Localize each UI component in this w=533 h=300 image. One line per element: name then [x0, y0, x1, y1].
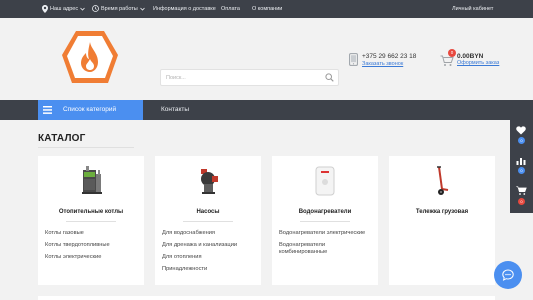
- about-link[interactable]: О компании: [252, 0, 282, 18]
- category-card-boilers[interactable]: Отопительные котлы Котлы газовые Котлы т…: [38, 156, 144, 285]
- nav-bar: Список категорий Контакты: [0, 100, 533, 120]
- chat-button[interactable]: [494, 261, 522, 289]
- chart-icon[interactable]: [516, 156, 526, 165]
- subcategory-link[interactable]: Принадлежности: [162, 266, 256, 273]
- pump-image: [201, 169, 218, 194]
- card-links: Котлы газовые Котлы твердотопливные Котл…: [45, 230, 139, 266]
- address-label: Наш адрес: [50, 6, 79, 12]
- card-links: Для водоснабжения Для дренажа и канализа…: [162, 230, 256, 278]
- account-link[interactable]: Личный кабинет: [452, 0, 493, 18]
- compare-count-badge: 0: [518, 167, 525, 174]
- search-input[interactable]: [161, 70, 321, 85]
- categories-button[interactable]: Список категорий: [38, 100, 143, 120]
- clock-icon: [92, 5, 99, 12]
- payment-link[interactable]: Оплата: [221, 0, 240, 18]
- subcategory-link[interactable]: Водонагреватели электрические: [279, 230, 373, 237]
- favorites-count-badge: 0: [518, 137, 525, 144]
- side-cart-count-badge: 0: [518, 198, 525, 205]
- logo[interactable]: [60, 28, 120, 95]
- card-title: Тележка грузовая: [415, 209, 469, 215]
- search-box: [160, 69, 339, 86]
- cart-icon[interactable]: [516, 186, 527, 195]
- callback-link[interactable]: Заказать звонок: [362, 61, 403, 67]
- card-title: Отопительные котлы: [58, 209, 124, 215]
- side-panel: 0 0 0: [510, 120, 533, 213]
- subcategory-link[interactable]: Водонагреватели комбинированные: [279, 242, 349, 256]
- search-icon[interactable]: [325, 73, 334, 82]
- cart-count-badge: 0: [448, 49, 456, 57]
- chevron-down-icon: [80, 7, 85, 11]
- category-card-trolley[interactable]: Тележка грузовая: [389, 156, 495, 285]
- card-divider: [300, 221, 350, 222]
- phone-icon: [349, 53, 358, 66]
- card-title: Насосы: [196, 209, 220, 215]
- address-dropdown[interactable]: Наш адрес: [42, 0, 85, 18]
- card-links: Водонагреватели электрические Водонагрев…: [279, 230, 373, 261]
- subcategory-link[interactable]: Котлы электрические: [45, 254, 139, 261]
- subcategory-link[interactable]: Для отопления: [162, 254, 256, 261]
- flame-logo-icon: [62, 31, 118, 83]
- card-divider: [66, 221, 116, 222]
- subcategory-link[interactable]: Для водоснабжения: [162, 230, 256, 237]
- nav-contacts-link[interactable]: Контакты: [161, 100, 189, 120]
- subcategory-link[interactable]: Котлы твердотопливные: [45, 242, 139, 249]
- chat-icon: [502, 269, 514, 281]
- delivery-link[interactable]: Информация о доставке: [153, 0, 216, 18]
- burger-icon: [43, 106, 52, 114]
- next-section-edge: [38, 296, 495, 300]
- hand-truck-image: [437, 166, 449, 195]
- chevron-down-icon: [139, 7, 145, 11]
- card-title: Водонагреватели: [298, 209, 352, 215]
- subcategory-link[interactable]: Для дренажа и канализации: [162, 242, 256, 249]
- map-pin-icon: [42, 4, 48, 13]
- title-divider: [38, 147, 134, 148]
- cart-sum: 0.00BYN: [457, 53, 484, 60]
- category-card-water-heaters[interactable]: Водонагреватели Водонагреватели электрич…: [272, 156, 378, 285]
- hours-label: Время работы: [101, 6, 138, 12]
- heart-icon[interactable]: [516, 126, 526, 135]
- top-bar: Наш адрес Время работы Информация о дост…: [0, 0, 533, 18]
- phone-number[interactable]: +375 29 662 23 18: [362, 53, 416, 60]
- page-title: КАТАЛОГ: [38, 133, 86, 144]
- category-card-pumps[interactable]: Насосы Для водоснабжения Для дренажа и к…: [155, 156, 261, 285]
- boiler-image: [82, 166, 102, 194]
- card-divider: [183, 221, 233, 222]
- hours-dropdown[interactable]: Время работы: [92, 0, 145, 18]
- categories-label: Список категорий: [63, 106, 117, 113]
- subcategory-link[interactable]: Котлы газовые: [45, 230, 139, 237]
- water-heater-image: [315, 166, 335, 196]
- checkout-link[interactable]: Оформить заказ: [457, 60, 499, 66]
